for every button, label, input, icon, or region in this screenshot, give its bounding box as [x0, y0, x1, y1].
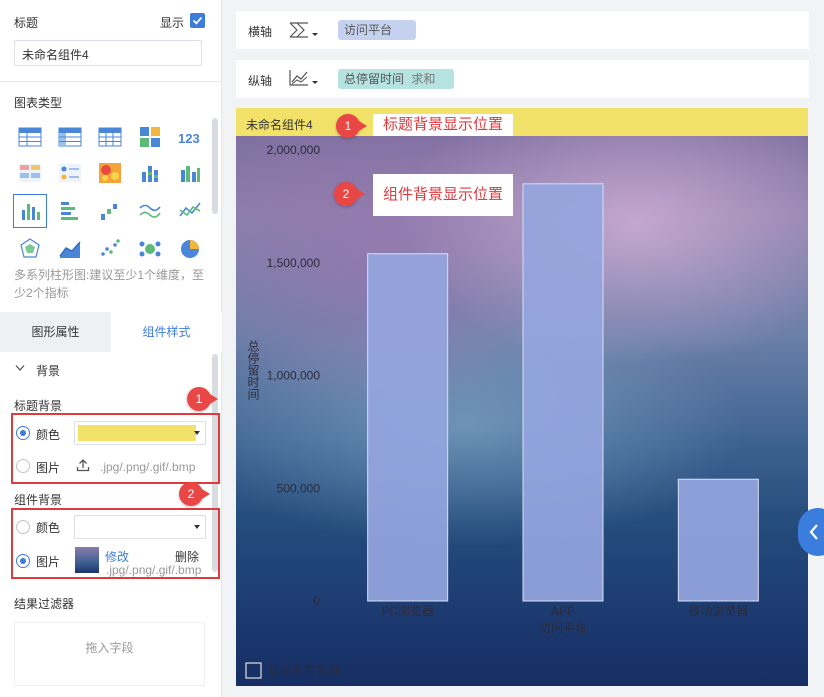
x-tick-label: 移动浏览器 [688, 603, 748, 618]
result-filter-label: 结果过滤器 [14, 597, 75, 611]
y-tick-label: 2,000,000 [267, 143, 321, 157]
title-bg-image-radio[interactable] [16, 459, 30, 473]
x-tick-label: APP [551, 604, 575, 618]
chart-component: 未命名组件4 0 500,000 1,000,000 1,500,000 2,000,0… [236, 108, 808, 686]
kpi-number-icon[interactable]: 123 [177, 124, 203, 150]
chart-title-bar: 未命名组件4 [236, 108, 808, 136]
chart-type-label: 图表类型 [14, 96, 63, 110]
y-axis-label: 纵轴 [248, 74, 273, 88]
annotation-badge-2-chart: 2 [334, 182, 365, 206]
multi-series-bar-icon[interactable] [13, 194, 47, 228]
kpi-list-icon[interactable] [57, 160, 83, 186]
background-section-label: 背景 [36, 364, 61, 378]
show-label: 显示 [160, 16, 185, 30]
bar [522, 183, 604, 602]
grouped-bar-icon[interactable] [177, 160, 203, 186]
title-bg-color-select[interactable] [74, 421, 206, 445]
line-chart-icon[interactable] [177, 198, 203, 224]
property-tabs: 图形属性 组件样式 [0, 312, 222, 352]
kpi-cards-icon[interactable] [17, 160, 43, 186]
radar-icon[interactable] [17, 236, 43, 262]
upload-icon[interactable] [76, 458, 90, 472]
y-axis-bar: 纵轴 总停留时间 求和 [236, 60, 809, 98]
svg-text:123: 123 [178, 131, 200, 146]
heatmap-icon[interactable] [97, 160, 123, 186]
title-input[interactable]: 未命名组件4 [14, 40, 202, 66]
y-axis-title: 总停留时间 [246, 340, 260, 400]
bar [367, 253, 449, 602]
chevron-left-icon [809, 524, 818, 540]
component-background-label: 组件背景 [14, 493, 63, 507]
bubble-chart-icon[interactable] [137, 236, 163, 262]
x-axis-bar: 横轴 访问平台 [236, 11, 809, 49]
y-axis-field-pill[interactable]: 总停留时间 求和 [338, 69, 454, 89]
title-bg-color-radio[interactable] [16, 426, 30, 440]
drop-hint: 拖入字段 [85, 641, 134, 655]
horizontal-bar-icon[interactable] [57, 198, 83, 224]
component-bg-image-radio[interactable] [16, 554, 30, 568]
y-tick-label: 500,000 [277, 481, 321, 495]
component-bg-image-label: 图片 [36, 555, 61, 569]
collapse-panel-button[interactable] [798, 508, 824, 556]
waterfall-icon[interactable] [97, 198, 123, 224]
component-bg-color-radio[interactable] [16, 520, 30, 534]
color-grid-icon[interactable] [137, 124, 163, 150]
caret-down-icon [194, 431, 200, 435]
y-field-aggregation: 求和 [411, 72, 436, 86]
multi-line-icon[interactable] [137, 198, 163, 224]
check-icon [192, 16, 203, 25]
detail-table-icon[interactable] [97, 124, 123, 150]
x-axis-title: 访问平台 [539, 620, 587, 635]
x-axis-field-pill[interactable]: 访问平台 [338, 20, 416, 40]
callout-component-background: 组件背景显示位置 [373, 174, 514, 216]
y-tick-label: 1,000,000 [267, 369, 321, 383]
caret-down-icon [194, 525, 200, 529]
color-swatch [78, 425, 196, 441]
title-bg-color-label: 颜色 [36, 428, 61, 442]
component-bg-upload-hint: .jpg/.png/.gif/.bmp [106, 563, 202, 577]
tab-graphic-properties[interactable]: 图形属性 [0, 312, 111, 352]
pie-chart-icon[interactable] [177, 236, 203, 262]
chart-title: 未命名组件4 [246, 118, 313, 132]
legend-label: 显示所有系列 [268, 664, 340, 678]
y-tick-label: 0 [313, 594, 320, 608]
divider [0, 81, 222, 82]
title-bg-upload-hint: .jpg/.png/.gif/.bmp [100, 460, 196, 474]
background-thumbnail [75, 547, 99, 573]
x-axis-type-icon[interactable] [288, 20, 320, 40]
legend-checkbox [245, 662, 262, 679]
title-section-label: 标题 [14, 16, 39, 30]
chart-hint: 多系列柱形图:建议至少1个维度，至少2个指标 [14, 268, 205, 300]
component-bg-color-label: 颜色 [36, 521, 61, 535]
tab-component-style[interactable]: 组件样式 [111, 312, 222, 352]
bar [677, 478, 759, 602]
x-axis-label: 横轴 [248, 25, 273, 39]
annotation-badge-2: 2 [179, 482, 210, 506]
stacked-bar-icon[interactable] [137, 160, 163, 186]
filter-drop-zone[interactable]: 拖入字段 [14, 622, 205, 686]
y-tick-label: 1,500,000 [267, 256, 321, 270]
area-chart-icon[interactable] [57, 236, 83, 262]
crosstab-icon[interactable] [57, 124, 83, 150]
callout-title-background: 标题背景显示位置 [373, 114, 514, 136]
component-bg-color-select[interactable] [74, 515, 206, 539]
y-field-name: 总停留时间 [344, 72, 405, 86]
x-tick-label: PC浏览器 [381, 603, 434, 618]
show-title-checkbox[interactable] [190, 13, 205, 28]
title-bg-image-label: 图片 [36, 461, 61, 475]
chart-type-scrollbar[interactable] [212, 118, 218, 214]
chevron-down-icon[interactable] [15, 364, 25, 372]
annotation-badge-1: 1 [187, 387, 218, 411]
bar-chart: 0 500,000 1,000,000 1,500,000 2,000,000 PC浏览器… [245, 143, 759, 679]
title-background-label: 标题背景 [14, 399, 63, 413]
annotation-badge-1-chart: 1 [336, 114, 367, 138]
scatter-icon[interactable] [97, 236, 123, 262]
y-axis-type-icon[interactable] [288, 68, 320, 88]
left-panel: 标题 显示 未命名组件4 图表类型 123 多系列柱形图:建议至少1个维度，至少… [0, 0, 222, 697]
table-icon[interactable] [17, 124, 43, 150]
